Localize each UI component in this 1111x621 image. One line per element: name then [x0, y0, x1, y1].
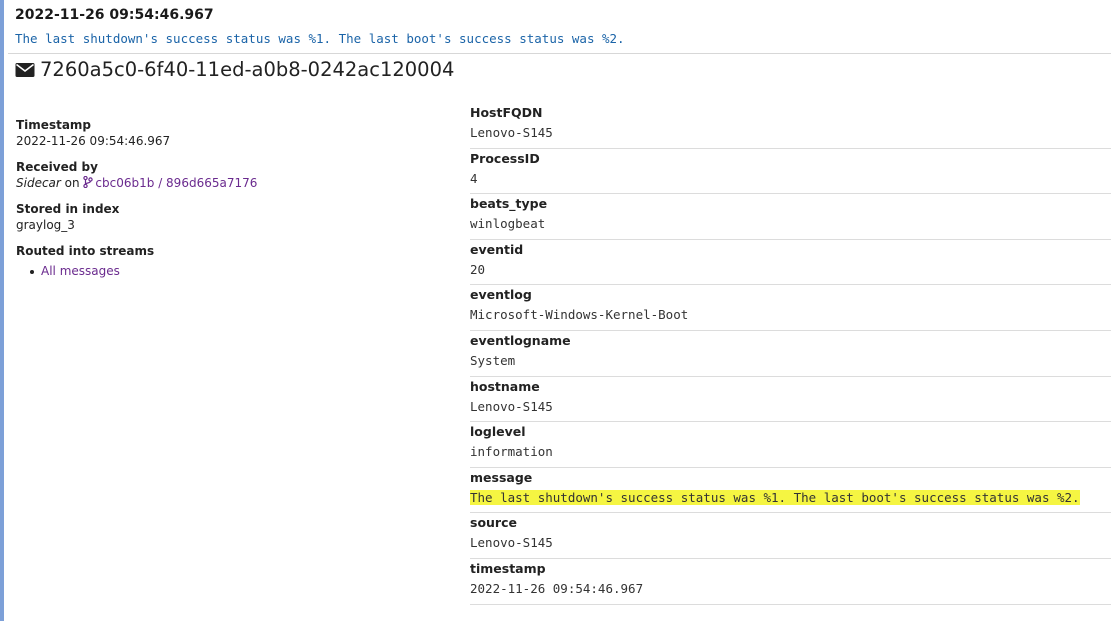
meta-stored-label: Stored in index — [16, 202, 120, 216]
field-row: HostFQDN Lenovo-S145 — [470, 103, 1111, 149]
field-row-message: message The last shutdown's success stat… — [470, 468, 1111, 514]
field-row: timestamp 2022-11-26 09:54:46.967 — [470, 559, 1111, 605]
envelope-icon — [15, 62, 35, 77]
stream-list: All messages — [16, 263, 436, 280]
message-detail-panel: 2022-11-26 09:54:46.967 The last shutdow… — [0, 0, 1111, 621]
field-name[interactable]: timestamp — [470, 561, 1111, 577]
field-name[interactable]: eventlogname — [470, 333, 1111, 349]
field-row: eventlogname System — [470, 331, 1111, 377]
field-value: Lenovo-S145 — [470, 535, 553, 551]
message-id-title: 7260a5c0-6f40-11ed-a0b8-0242ac120004 — [15, 58, 454, 81]
header-divider — [8, 53, 1111, 54]
field-row: ProcessID 4 — [470, 149, 1111, 195]
field-name[interactable]: HostFQDN — [470, 105, 1111, 121]
message-header-timestamp: 2022-11-26 09:54:46.967 — [15, 7, 214, 23]
meta-received-by-label: Received by — [16, 160, 98, 174]
field-name[interactable]: source — [470, 515, 1111, 531]
field-name[interactable]: loglevel — [470, 424, 1111, 440]
field-name[interactable]: message — [470, 470, 1111, 486]
meta-received-by-source: Sidecar — [16, 176, 61, 190]
field-row: eventid 20 — [470, 240, 1111, 286]
field-name[interactable]: hostname — [470, 379, 1111, 395]
meta-routed-label: Routed into streams — [16, 244, 155, 258]
highlighted-message-text: The last shutdown's success status was %… — [470, 489, 1080, 505]
stream-list-item: All messages — [30, 263, 436, 280]
meta-timestamp-label: Timestamp — [16, 118, 92, 132]
meta-received-by-node-link[interactable]: cbc06b1b / 896d665a7176 — [83, 176, 257, 190]
message-metadata: Timestamp 2022-11-26 09:54:46.967 Receiv… — [16, 117, 436, 289]
field-row: eventlog Microsoft-Windows-Kernel-Boot — [470, 285, 1111, 331]
field-value: 4 — [470, 170, 478, 186]
message-fields: HostFQDN Lenovo-S145 ProcessID 4 beats_t… — [470, 103, 1111, 605]
message-id-text[interactable]: 7260a5c0-6f40-11ed-a0b8-0242ac120004 — [40, 58, 454, 81]
stream-link-all-messages[interactable]: All messages — [41, 264, 120, 278]
field-row: source Lenovo-S145 — [470, 513, 1111, 559]
field-name[interactable]: eventlog — [470, 287, 1111, 303]
field-value: Microsoft-Windows-Kernel-Boot — [470, 307, 689, 323]
meta-received-by-value: Sidecar on cbc06b1b / 896d665a7176 — [16, 175, 436, 192]
field-name[interactable]: eventid — [470, 242, 1111, 258]
field-row: beats_type winlogbeat — [470, 194, 1111, 240]
field-value: winlogbeat — [470, 216, 546, 232]
field-name[interactable]: beats_type — [470, 196, 1111, 212]
field-name[interactable]: ProcessID — [470, 151, 1111, 167]
meta-timestamp-value: 2022-11-26 09:54:46.967 — [16, 134, 171, 148]
field-value-highlighted: The last shutdown's success status was %… — [470, 489, 1111, 506]
field-value: 20 — [470, 261, 486, 277]
field-value: Lenovo-S145 — [470, 125, 553, 140]
field-row: loglevel information — [470, 422, 1111, 468]
meta-received-by-on: on — [60, 176, 84, 190]
code-branch-icon — [83, 176, 94, 188]
field-row: hostname Lenovo-S145 — [470, 377, 1111, 423]
field-value: information — [470, 444, 553, 460]
field-value: System — [470, 352, 516, 368]
meta-stored-value: graylog_3 — [16, 218, 75, 232]
meta-routed-value: All messages — [16, 263, 436, 280]
field-value: Lenovo-S145 — [470, 398, 553, 414]
field-value: 2022-11-26 09:54:46.967 — [470, 580, 644, 596]
message-header-text: The last shutdown's success status was %… — [15, 31, 625, 46]
meta-received-by-node: cbc06b1b / 896d665a7176 — [95, 176, 258, 190]
